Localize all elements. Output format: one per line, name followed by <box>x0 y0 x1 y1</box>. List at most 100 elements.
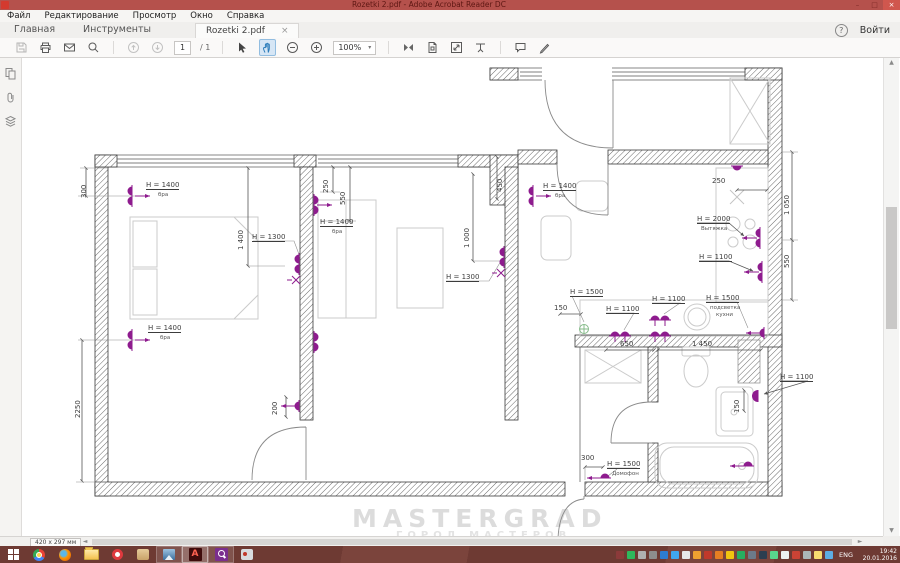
left-sidebar <box>0 58 22 536</box>
zoom-out-icon[interactable] <box>285 40 300 55</box>
outlet-symbols <box>128 166 765 480</box>
plan-label: H = 1400 <box>543 182 576 191</box>
vertical-scroll-thumb[interactable] <box>886 207 897 329</box>
tray-icon[interactable] <box>715 551 723 559</box>
hand-tool-icon[interactable] <box>259 39 276 56</box>
attachments-icon[interactable] <box>4 91 17 104</box>
close-button[interactable]: × <box>883 0 900 10</box>
plan-label: бра <box>332 228 342 236</box>
furniture <box>130 78 770 488</box>
plan-label: H = 1100 <box>652 295 685 304</box>
status-bar: 420 x 297 мм ◄ ► <box>0 536 900 546</box>
tray-icon[interactable] <box>627 551 635 559</box>
acrobat-taskbar-icon[interactable]: A <box>182 546 208 563</box>
tab-document[interactable]: Rozetki 2.pdf × <box>195 23 299 39</box>
tray-icon[interactable] <box>616 551 624 559</box>
tray-icon[interactable] <box>748 551 756 559</box>
tray-icon[interactable] <box>649 551 657 559</box>
tray-icon[interactable] <box>704 551 712 559</box>
tan-taskbar-icon[interactable] <box>130 546 156 563</box>
minimize-button[interactable]: – <box>849 0 866 10</box>
comment-icon[interactable] <box>513 40 528 55</box>
reading-mode-icon[interactable] <box>473 40 488 55</box>
layers-icon[interactable] <box>4 115 17 128</box>
explorer-taskbar-icon[interactable] <box>78 546 104 563</box>
tray-icon[interactable] <box>792 551 800 559</box>
clock[interactable]: 19:42 20.01.2016 <box>859 548 897 562</box>
menu-help[interactable]: Справка <box>220 10 271 22</box>
tray-icon[interactable] <box>726 551 734 559</box>
tray-icon[interactable] <box>682 551 690 559</box>
plan-label: H = 1500 <box>607 460 640 469</box>
tab-tools[interactable]: Инструменты <box>69 22 165 38</box>
menu-file[interactable]: Файл <box>0 10 37 22</box>
zoom-in-icon[interactable] <box>309 40 324 55</box>
tray-icon[interactable] <box>638 551 646 559</box>
fill-sign-pen-icon[interactable] <box>537 40 552 55</box>
chrome-taskbar-icon[interactable] <box>26 546 52 563</box>
tray-icon[interactable] <box>825 551 833 559</box>
close-document-icon[interactable]: × <box>281 26 289 36</box>
dimension-lines <box>82 152 792 481</box>
plan-label: 1 000 <box>463 228 471 248</box>
firefox-taskbar-icon[interactable] <box>52 546 78 563</box>
actual-size-icon[interactable] <box>425 40 440 55</box>
searchp-taskbar-icon[interactable] <box>208 546 234 563</box>
walls <box>95 67 782 496</box>
tray-icon[interactable] <box>781 551 789 559</box>
plan-label: H = 1400 <box>320 218 353 227</box>
acrobat-app-icon <box>1 1 9 9</box>
restore-button[interactable]: □ <box>866 0 883 10</box>
fit-width-icon[interactable] <box>449 40 464 55</box>
plan-label: H = 1400 <box>148 324 181 333</box>
plan-label: 1 450 <box>692 340 712 348</box>
page-thumbnails-icon[interactable] <box>4 67 17 80</box>
tray-icon[interactable] <box>660 551 668 559</box>
opera-taskbar-icon[interactable] <box>104 546 130 563</box>
paint-taskbar-icon[interactable] <box>234 546 260 563</box>
scroll-down-icon[interactable]: ▼ <box>884 526 899 536</box>
scroll-up-icon[interactable]: ▲ <box>884 58 899 68</box>
plan-label: 300 <box>80 185 88 198</box>
plan-label: Вытяжка <box>701 225 727 233</box>
tray-icon[interactable] <box>814 551 822 559</box>
zoom-level-value: 100% <box>338 43 361 52</box>
fit-page-icon[interactable] <box>401 40 416 55</box>
previous-page-icon[interactable] <box>126 40 141 55</box>
vertical-scrollbar[interactable]: ▲ ▼ <box>883 58 899 536</box>
plan-label: бра <box>158 191 168 199</box>
plan-label: H = 1100 <box>606 305 639 314</box>
next-page-icon[interactable] <box>150 40 165 55</box>
tray-icon[interactable] <box>759 551 767 559</box>
photos-taskbar-icon[interactable] <box>156 546 182 563</box>
title-bar: Rozetki 2.pdf - Adobe Acrobat Reader DC … <box>0 0 900 10</box>
plan-label: 1 050 <box>783 195 791 215</box>
help-icon[interactable]: ? <box>835 24 848 37</box>
page-number-input[interactable]: 1 <box>174 41 191 55</box>
tray-icon[interactable] <box>693 551 701 559</box>
language-indicator[interactable]: ENG <box>839 551 853 559</box>
horizontal-scroll-thumb[interactable] <box>92 539 852 545</box>
tray-icon[interactable] <box>671 551 679 559</box>
plan-label: H = 1400 <box>146 181 179 190</box>
toolbar: 1 / 1 100% ▾ <box>0 38 900 58</box>
tray-icon[interactable] <box>737 551 745 559</box>
tray-icon[interactable] <box>770 551 778 559</box>
print-icon[interactable] <box>38 40 53 55</box>
zoom-level-select[interactable]: 100% ▾ <box>333 41 376 55</box>
plan-label: бра <box>555 192 565 200</box>
start-taskbar-icon[interactable] <box>0 546 26 563</box>
search-icon[interactable] <box>86 40 101 55</box>
tray-icon[interactable] <box>803 551 811 559</box>
menu-view[interactable]: Просмотр <box>126 10 184 22</box>
email-icon[interactable] <box>62 40 77 55</box>
save-icon[interactable] <box>14 40 29 55</box>
menu-window[interactable]: Окно <box>183 10 220 22</box>
plan-label: подсветка <box>710 304 740 312</box>
plan-label: 250 <box>322 180 330 193</box>
menu-edit[interactable]: Редактирование <box>37 10 125 22</box>
sign-in-button[interactable]: Войти <box>860 25 890 36</box>
select-tool-icon[interactable] <box>235 40 250 55</box>
tab-home[interactable]: Главная <box>0 22 69 38</box>
watermark-line1: MASTERGRAD <box>352 504 607 533</box>
